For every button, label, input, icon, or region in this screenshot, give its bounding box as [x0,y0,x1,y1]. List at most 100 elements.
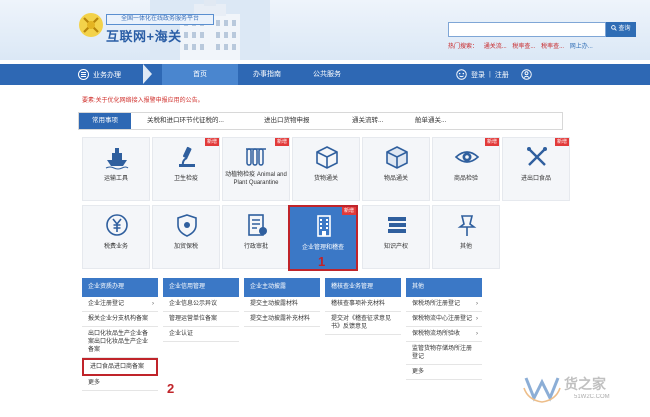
tile-commodity-inspection[interactable]: 新增 商品检验 [432,137,500,201]
tile-label: 其他 [459,244,472,250]
column-header: 稽核查业务管理 [325,278,401,297]
quick-item[interactable]: 舱单通关... [415,113,446,129]
watermark-text: 货之家 [564,376,606,392]
dropdown-column-disclosure: 企业主动披露 提交主动披露材料 提交主动披露补充材料 [244,278,320,327]
chevron-right-icon: › [476,316,478,322]
tile-other[interactable]: 其他 [432,205,500,269]
books-icon [388,217,406,233]
tile-transport-vehicles[interactable]: 运输工具 [82,137,150,201]
plant-quarantine-icon [246,148,266,166]
watermark-url: 51W2C.COM [574,394,610,400]
tile-processing-bonded[interactable]: 加贸保税 [152,205,220,269]
hot-search-term[interactable]: 通关流... [484,44,507,50]
tile-administrative-approval[interactable]: 行政审批 [222,205,290,269]
quick-item[interactable]: 关税和进口环节代征税的... [147,113,224,129]
quick-item[interactable]: 进出口货物申报 [264,113,310,129]
quick-item[interactable]: 通关流转... [352,113,383,129]
business-menu-label: 业务办理 [93,71,121,79]
chevron-right-icon: › [476,301,478,307]
watermark: 货之家 51W2C.COM [520,370,640,410]
tile-cargo-clearance[interactable]: 货物通关 [292,137,360,201]
column-header: 企业主动披露 [244,278,320,297]
logo-title[interactable]: 互联网+海关 [106,26,182,45]
dropdown-column-other: 其他 保税场所注册登记 › 保税物流中心注册登记 › 保税物流场所验收 › 监管货物存… [406,278,482,380]
microscope-icon [179,146,195,167]
notice-text[interactable]: 要素:关于优化网络接入报警申报应用的公告。 [82,95,204,104]
hot-search-term[interactable]: 网上办... [570,44,593,50]
step-number: 2 [167,381,175,396]
tile-goods-clearance[interactable]: 物品通关 [362,137,430,201]
business-menu-button[interactable]: 业务办理 [78,64,121,85]
quick-bar-tab[interactable]: 常用事项 [79,113,131,129]
nav-separator: | [489,71,491,78]
tile-intellectual-property[interactable]: 知识产权 [362,205,430,269]
pin-icon [457,215,477,236]
search-button-label: 查询 [618,26,631,32]
search-button[interactable]: 查询 [606,22,636,37]
tile-animal-plant-quarantine[interactable]: 新增 动植物检疫 Animal and Plant Quarantine [222,137,290,201]
column-header: 企业信用管理 [163,278,239,297]
tile-label: 加贸保税 [173,244,198,250]
tile-label: 卫生检疫 [173,176,198,182]
approval-document-icon [248,214,267,236]
login-icon [456,69,467,80]
column-item[interactable]: 企业注册登记 › [82,297,158,312]
column-item[interactable]: 保税物流中心注册登记 › [406,312,482,327]
menu-icon [78,69,89,80]
hot-search-label: 热门搜索： [448,44,479,50]
chevron-right-icon: › [152,301,154,307]
new-badge: 新增 [554,138,569,146]
watermark-logo-icon [523,377,561,403]
tile-label: 知识产权 [383,244,408,250]
new-badge: 新增 [341,207,356,215]
dropdown-column-audit: 稽核查业务管理 稽核查事项补充材料 提交对《稽查征求意见书》反馈意见 [325,278,401,335]
nav-home[interactable]: 首页 [162,64,238,85]
search-input[interactable] [448,22,606,37]
tile-import-export-food[interactable]: 新增 进出口食品 [502,137,570,201]
new-badge: 新增 [204,138,219,146]
column-item-more[interactable]: 更多 [82,376,158,391]
tile-label: 税费业务 [103,244,128,250]
site-header: 全国一体化在线政务服务平台 互联网+海关 查询 热门搜索： 通关流... 税率查… [0,0,650,60]
column-item[interactable]: 出口化妆品生产企业备案出口化妆品生产企业备案 [82,327,158,358]
main-nav: 业务办理 首页 办事指南 公共服务 登录 | 注册 [0,64,650,85]
hot-search-term[interactable]: 税率查... [512,44,535,50]
eye-inspection-icon [454,151,480,163]
user-links: 登录 | 注册 [456,64,532,85]
column-item[interactable]: 报关企业分支机构备案 [82,312,158,327]
building-icon [317,215,331,237]
column-item[interactable]: 提交对《稽查征求意见书》反馈意见 [325,312,401,335]
column-item[interactable]: 保税物流场所验收 › [406,327,482,342]
column-item[interactable]: 提交主动披露材料 [244,297,320,312]
ship-icon [105,148,129,170]
tile-label: 企业管理和稽查 [301,245,344,251]
package-icon [386,146,408,169]
nav-arrow-divider [143,64,152,84]
tile-label: 货物通关 [313,176,338,182]
tile-label: 运输工具 [103,176,128,182]
quick-bar: 常用事项 关税和进口环节代征税的... 进出口货物申报 通关流转... 舱单通关… [78,112,563,130]
column-item-more[interactable]: 更多 [406,365,482,380]
chevron-right-icon: › [476,331,478,337]
dropdown-column-credit: 企业信用管理 企业信息公示异议 管理运营单位备案 企业认证 [163,278,239,342]
column-item-import-food-importer-filing[interactable]: 进口食品进口商备案 [82,358,158,376]
login-link[interactable]: 登录 [471,70,485,80]
tile-tax-business[interactable]: 税费业务 [82,205,150,269]
column-item[interactable]: 企业信息公示异议 [163,297,239,312]
column-item[interactable]: 稽核查事项补充材料 [325,297,401,312]
tile-health-quarantine[interactable]: 新增 卫生检疫 [152,137,220,201]
customs-emblem-icon [79,13,103,37]
column-item[interactable]: 保税场所注册登记 › [406,297,482,312]
nav-public-service[interactable]: 公共服务 [296,64,358,85]
hot-search-term[interactable]: 税率查... [541,44,564,50]
dropdown-column-qualification: 企业资质办理 企业注册登记 › 报关企业分支机构备案 出口化妆品生产企业备案出口化… [82,278,158,391]
bonded-shield-icon [177,214,197,237]
column-item[interactable]: 监管货物存储场所注册登记 [406,342,482,365]
user-icon[interactable] [521,69,532,80]
column-header: 企业资质办理 [82,278,158,297]
register-link[interactable]: 注册 [495,70,509,80]
column-item[interactable]: 管理运营单位备案 [163,312,239,327]
nav-guide[interactable]: 办事指南 [238,64,296,85]
column-item[interactable]: 企业认证 [163,327,239,342]
column-item[interactable]: 提交主动披露补充材料 [244,312,320,327]
